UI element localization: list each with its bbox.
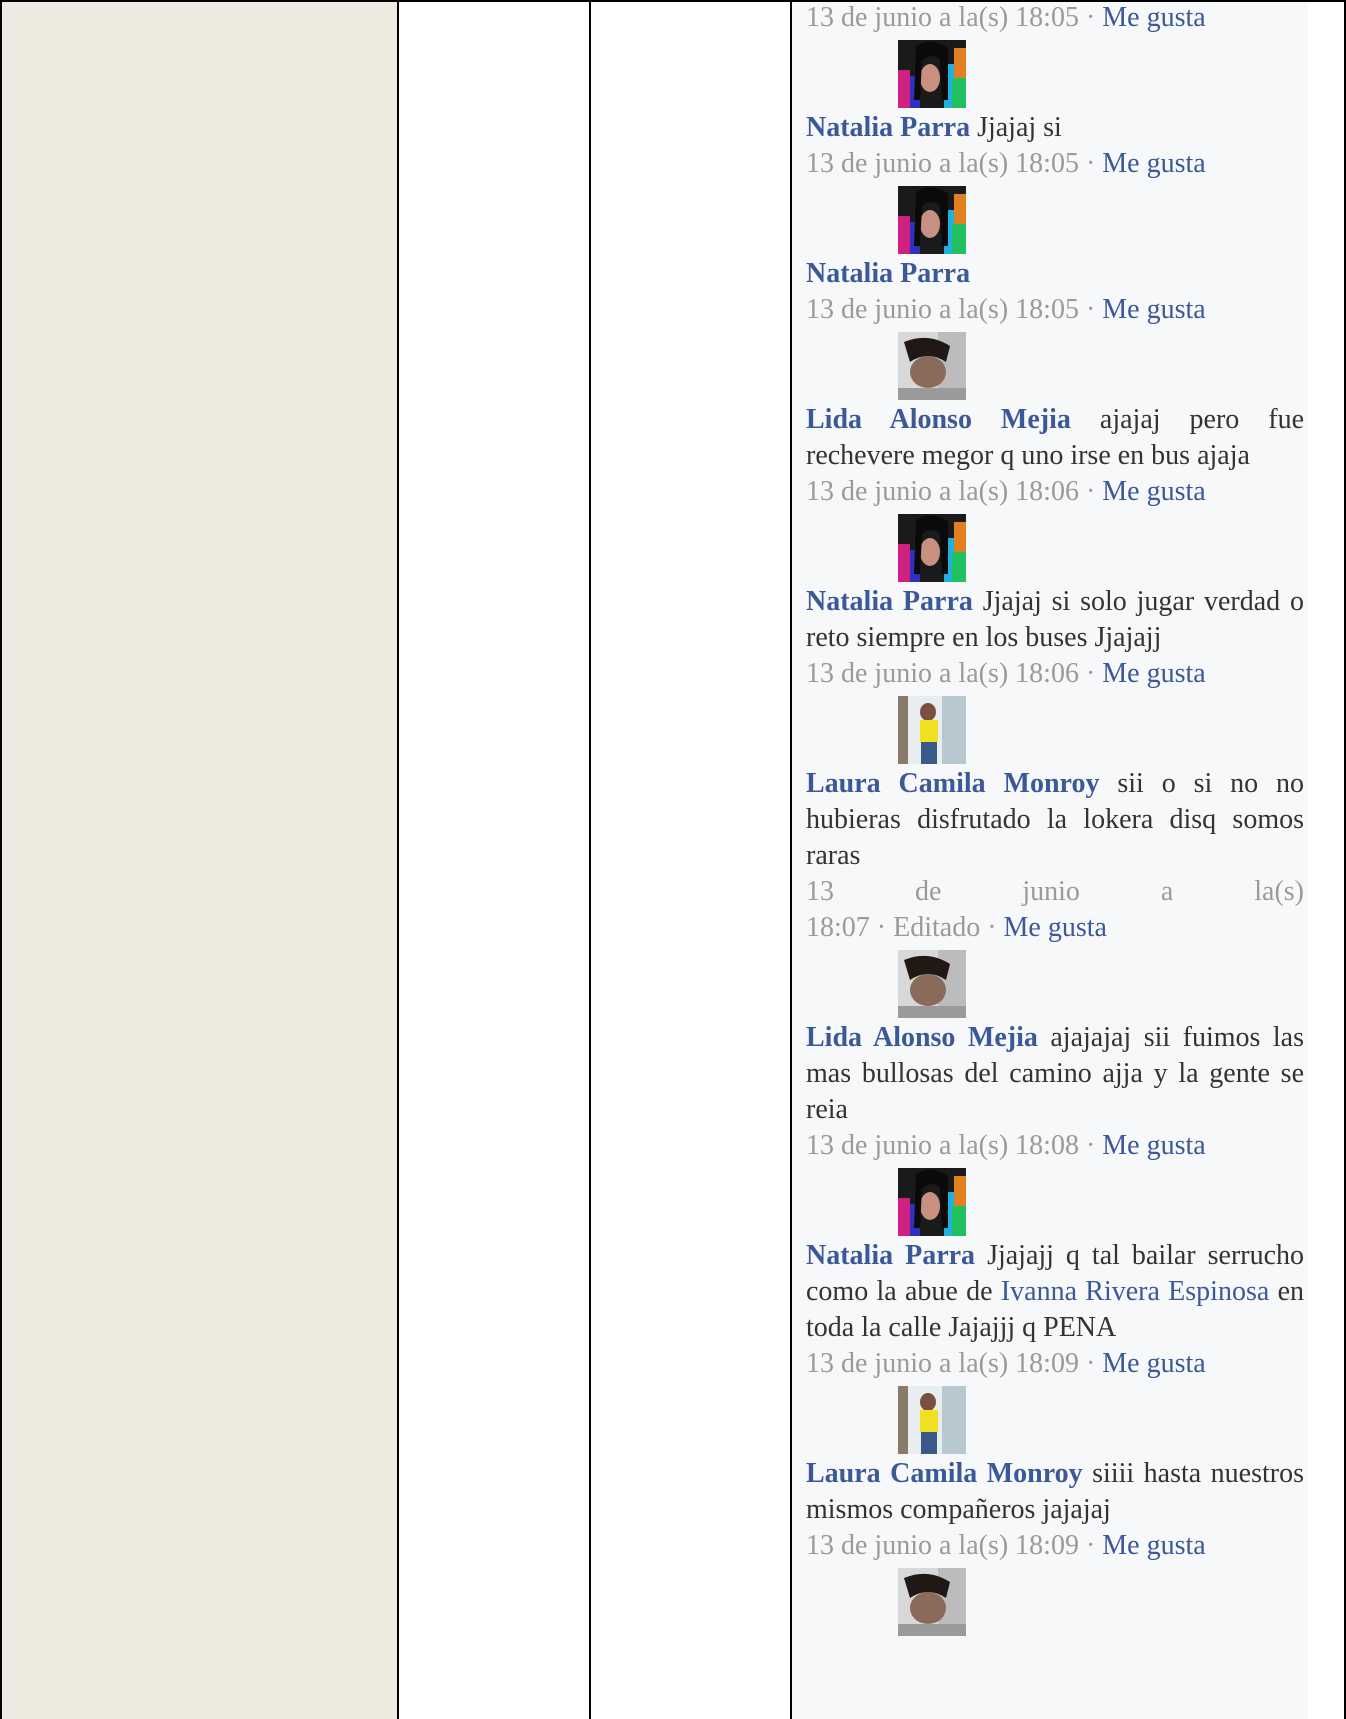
- avatar[interactable]: [898, 696, 966, 764]
- like-link[interactable]: Me gusta: [1102, 658, 1205, 689]
- comment: Lida Alonso Mejia ajajaj pero fue rechev…: [806, 404, 1305, 471]
- avatar[interactable]: [898, 514, 966, 582]
- comment: Natalia Parra Jjajaj si solo jugar verda…: [806, 586, 1305, 653]
- like-link[interactable]: Me gusta: [1102, 1130, 1205, 1161]
- avatar[interactable]: [898, 332, 966, 400]
- column-divider: [397, 0, 399, 1719]
- comment-author[interactable]: Natalia Parra: [806, 112, 970, 143]
- comment: Laura Camila Monroy sii o si no no hubie…: [806, 768, 1305, 871]
- comment-author[interactable]: Natalia Parra: [806, 1240, 975, 1271]
- like-link[interactable]: Me gusta: [1102, 1348, 1205, 1379]
- document-page: 13 de junio a la(s) 18:05 · Me gusta Nat…: [0, 0, 1346, 1719]
- comment-thread: 13 de junio a la(s) 18:05 · Me gusta Nat…: [806, 0, 1304, 1638]
- comment: Natalia Parra Jjajajj q tal bailar serru…: [806, 1240, 1305, 1343]
- like-link[interactable]: Me gusta: [1102, 148, 1205, 179]
- like-link[interactable]: Me gusta: [1102, 1530, 1205, 1561]
- comment-author[interactable]: Laura Camila Monroy: [806, 768, 1099, 799]
- avatar[interactable]: [898, 186, 966, 254]
- comment-meta: 13 de junio a la(s) 18:05 · Me gusta: [806, 148, 1206, 179]
- comment-meta: 13 de junio a la(s) 18:08 · Me gusta: [806, 1130, 1206, 1161]
- column-divider: [589, 0, 591, 1719]
- avatar[interactable]: [898, 40, 966, 108]
- comment-meta: 13 de junio a la(s) 18:09 · Me gusta: [806, 1530, 1206, 1561]
- comment-meta: 13 de junio a la(s) 18:09 · Me gusta: [806, 1348, 1206, 1379]
- comment: Laura Camila Monroy siiii hasta nuestros…: [806, 1458, 1304, 1525]
- mention-link[interactable]: Ivanna Rivera Espinosa: [1001, 1276, 1269, 1307]
- comment: Natalia Parra: [806, 256, 1304, 292]
- like-link[interactable]: Me gusta: [1102, 294, 1205, 325]
- like-link[interactable]: Me gusta: [1102, 476, 1205, 507]
- comment-meta: 13 de junio a la(s) 18:05 · Me gusta: [806, 294, 1206, 325]
- comment-meta: 13 de junio a la(s) 18:05 · Me gusta: [806, 2, 1206, 33]
- like-link[interactable]: Me gusta: [1102, 2, 1205, 33]
- comment-author[interactable]: Lida Alonso Mejia: [806, 1022, 1038, 1053]
- comment-meta: 13 de junio a la(s) 18:06 · Me gusta: [806, 476, 1206, 507]
- comment-author[interactable]: Natalia Parra: [806, 586, 973, 617]
- like-link[interactable]: Me gusta: [1004, 912, 1107, 943]
- avatar[interactable]: [898, 1386, 966, 1454]
- avatar[interactable]: [898, 1168, 966, 1236]
- sidebar-column: [0, 0, 397, 1719]
- comment: Lida Alonso Mejia ajajajaj sii fuimos la…: [806, 1022, 1304, 1125]
- comment-meta: 13 de junio a la(s): [806, 876, 1304, 907]
- comment: Natalia Parra Jjajaj si: [806, 112, 1062, 143]
- comment-author[interactable]: Lida Alonso Mejia: [806, 404, 1071, 435]
- comment-author[interactable]: Natalia Parra: [806, 258, 970, 289]
- comment-meta: 13 de junio a la(s) 18:06 · Me gusta: [806, 658, 1206, 689]
- avatar[interactable]: [898, 950, 966, 1018]
- comment-meta: 18:07 · Editado · Me gusta: [806, 912, 1107, 943]
- comment-author[interactable]: Laura Camila Monroy: [806, 1458, 1083, 1489]
- avatar[interactable]: [898, 1568, 966, 1636]
